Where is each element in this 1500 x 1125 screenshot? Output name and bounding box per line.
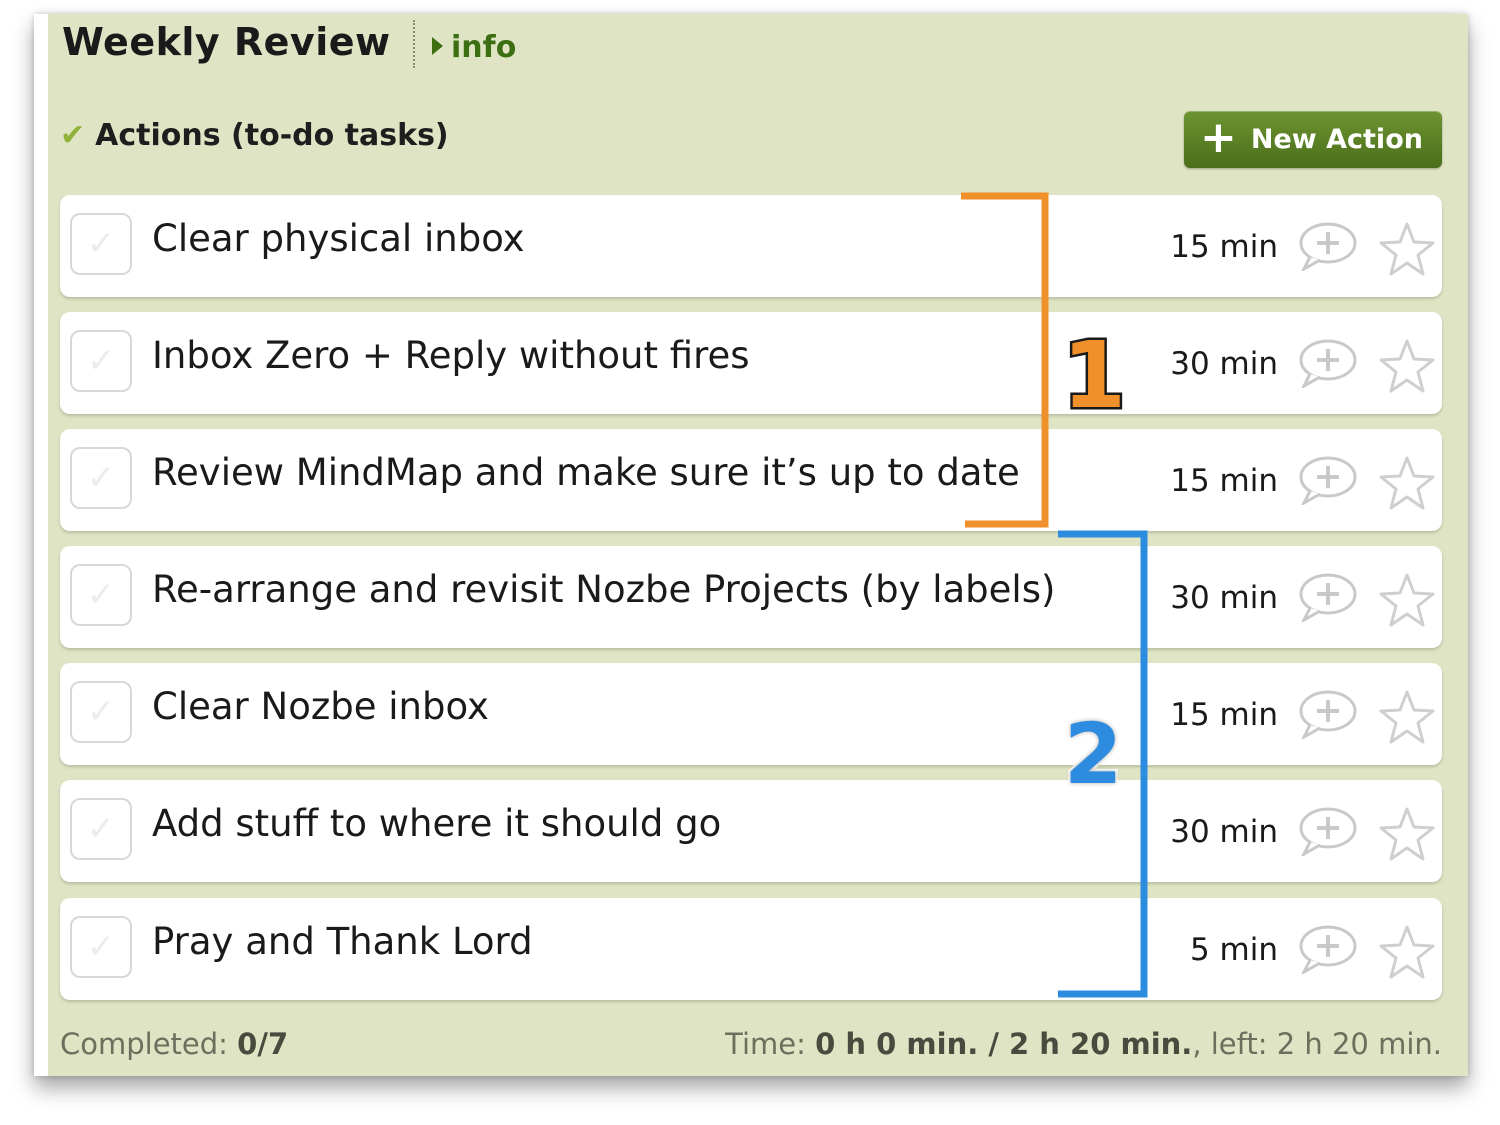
info-link-label: info [451,30,517,65]
star-icon[interactable] [1378,221,1436,279]
task-row: ✓ Re-arrange and revisit Nozbe Projects … [60,546,1442,648]
star-icon[interactable] [1378,572,1436,630]
task-name[interactable]: Add stuff to where it should go [152,802,721,845]
add-comment-icon[interactable] [1298,806,1360,856]
new-action-button[interactable]: + New Action [1184,111,1442,168]
task-time: 30 min [1170,580,1278,616]
task-checkbox[interactable]: ✓ [70,564,132,626]
task-name[interactable]: Clear physical inbox [152,217,525,260]
task-row: ✓ Add stuff to where it should go 30 min [60,780,1442,882]
task-time: 30 min [1170,814,1278,850]
info-link[interactable]: info [432,30,516,65]
task-checkbox[interactable]: ✓ [70,447,132,509]
add-comment-icon[interactable] [1298,689,1360,739]
group-1-bracket [961,192,1049,528]
title-separator [413,20,415,68]
time-left: , left: 2 h 20 min. [1192,1027,1442,1061]
section-title: Actions (to-do tasks) [95,118,449,153]
triangle-right-icon [432,37,443,55]
task-time: 15 min [1170,229,1278,265]
task-row: ✓ Inbox Zero + Reply without fires 30 mi… [60,312,1442,414]
add-comment-icon[interactable] [1298,221,1360,271]
new-action-label: New Action [1250,124,1423,155]
task-row: ✓ Clear physical inbox 15 min [60,195,1442,297]
task-name[interactable]: Pray and Thank Lord [152,920,533,963]
task-checkbox[interactable]: ✓ [70,798,132,860]
task-time: 5 min [1189,932,1278,968]
page-title: Weekly Review [62,20,391,64]
task-row: ✓ Pray and Thank Lord 5 min [60,898,1442,1000]
add-comment-icon[interactable] [1298,455,1360,505]
star-icon[interactable] [1378,455,1436,513]
section-header: ✔ Actions (to-do tasks) [60,118,449,153]
add-comment-icon[interactable] [1298,924,1360,974]
task-name[interactable]: Review MindMap and make sure it’s up to … [152,451,1020,494]
task-time: 30 min [1170,346,1278,382]
task-name[interactable]: Inbox Zero + Reply without fires [152,334,750,377]
add-comment-icon[interactable] [1298,572,1360,622]
completed-label: Completed: [60,1027,228,1061]
task-name[interactable]: Clear Nozbe inbox [152,685,489,728]
group-2-label: 2 [1061,705,1124,803]
task-checkbox[interactable]: ✓ [70,213,132,275]
task-row: ✓ Clear Nozbe inbox 15 min [60,663,1442,765]
star-icon[interactable] [1378,806,1436,864]
plus-icon: + [1200,111,1237,163]
time-summary: Time: 0 h 0 min. / 2 h 20 min., left: 2 … [725,1027,1442,1061]
completed-summary: Completed: 0/7 [60,1027,288,1061]
star-icon[interactable] [1378,338,1436,396]
task-time: 15 min [1170,463,1278,499]
task-checkbox[interactable]: ✓ [70,916,132,978]
task-checkbox[interactable]: ✓ [70,681,132,743]
checkmark-icon: ✔ [60,118,86,153]
time-value: 0 h 0 min. / 2 h 20 min. [815,1027,1193,1061]
add-comment-icon[interactable] [1298,338,1360,388]
task-row: ✓ Review MindMap and make sure it’s up t… [60,429,1442,531]
time-label: Time: [725,1027,806,1061]
task-time: 15 min [1170,697,1278,733]
task-checkbox[interactable]: ✓ [70,330,132,392]
group-1-label: 1 [1059,322,1128,429]
task-name[interactable]: Re-arrange and revisit Nozbe Projects (b… [152,568,1055,611]
completed-value: 0/7 [237,1027,289,1061]
star-icon[interactable] [1378,924,1436,982]
star-icon[interactable] [1378,689,1436,747]
